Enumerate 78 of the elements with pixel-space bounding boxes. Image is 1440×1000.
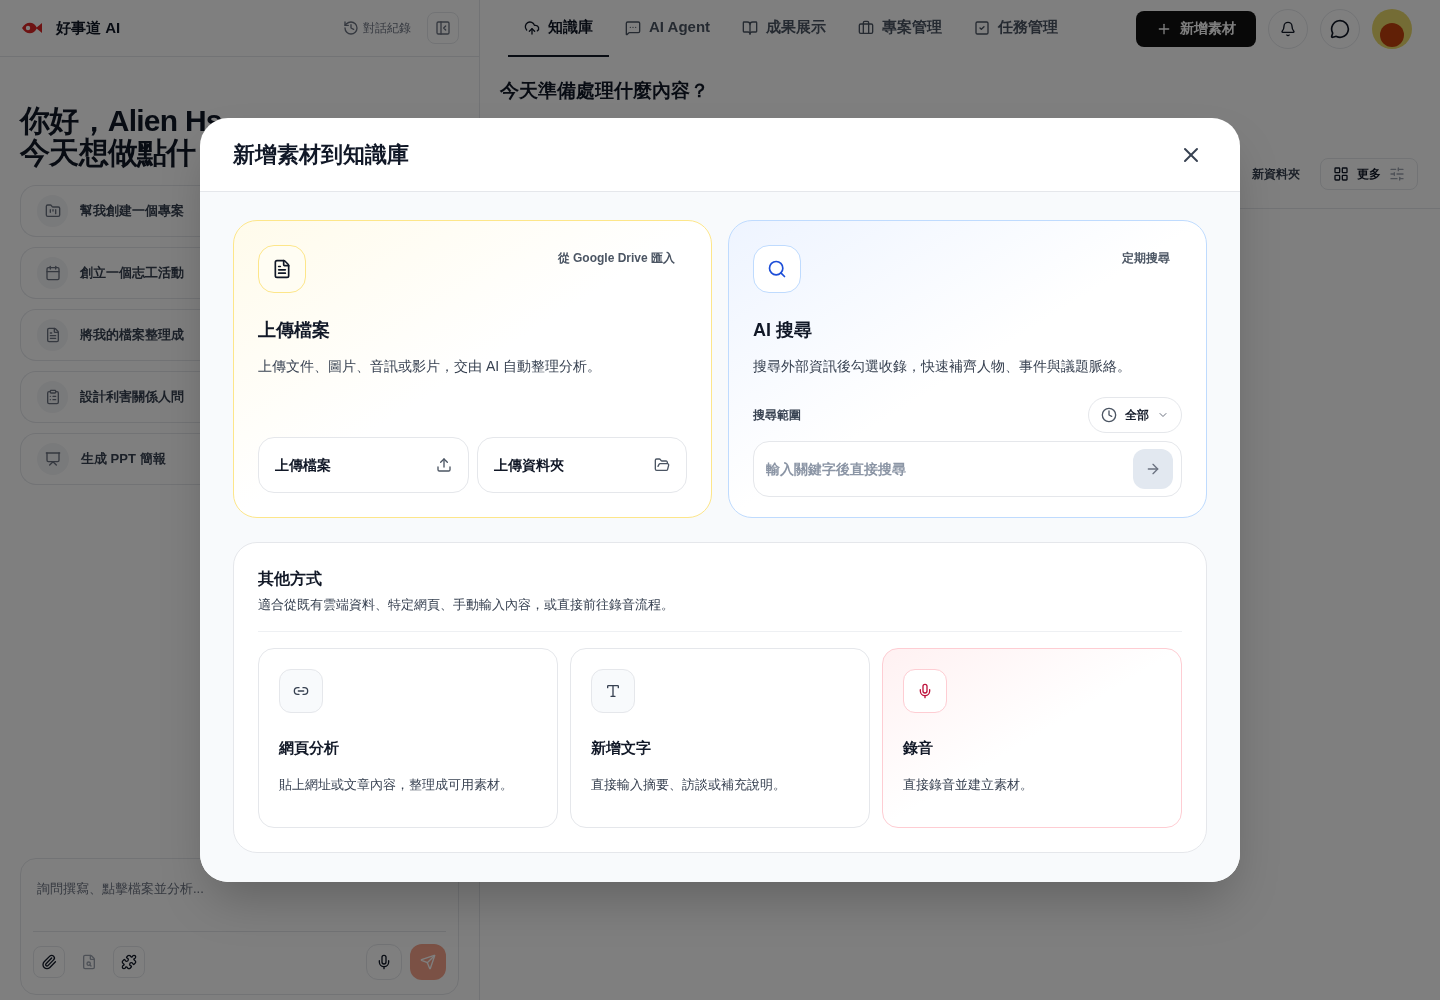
card-description: 上傳文件、圖片、音訊或影片，交由 AI 自動整理分析。 xyxy=(258,357,602,376)
avatar[interactable] xyxy=(1372,8,1412,49)
scheduled-search-link[interactable]: 定期搜尋 xyxy=(1122,249,1170,267)
card-title: 上傳檔案 xyxy=(258,319,331,342)
card-description: 搜尋外部資訊後勾選收錄，快速補齊人物、事件與議題脈絡。 xyxy=(753,357,1132,376)
panel-icon xyxy=(435,20,451,36)
paperclip-icon xyxy=(41,953,57,970)
document-icon xyxy=(44,327,61,343)
chat-input[interactable]: 詢問撰寫、點擊檔案並分析... xyxy=(33,879,446,932)
search-icon xyxy=(767,259,787,279)
scope-dropdown[interactable]: 全部 xyxy=(1088,397,1182,433)
option-title: 新增文字 xyxy=(591,737,651,758)
nav-tab[interactable]: 任務管理 xyxy=(958,0,1075,57)
book-icon xyxy=(742,19,759,36)
microphone-icon xyxy=(376,953,392,970)
upload-option-button[interactable]: 上傳資料夾 xyxy=(476,437,687,493)
option-description: 貼上網址或文章內容，整理成可用素材。 xyxy=(279,776,513,794)
folder-icon xyxy=(654,457,670,473)
history-button[interactable]: 對話紀錄 xyxy=(343,19,411,37)
method-option-card[interactable]: 網頁分析 貼上網址或文章內容，整理成可用素材。 xyxy=(258,647,558,828)
voice-button[interactable] xyxy=(366,943,402,980)
suggestion-item[interactable]: 設計利害關係人問 xyxy=(20,371,200,423)
calendar-icon xyxy=(44,265,61,281)
option-title: 錄音 xyxy=(903,737,933,758)
bell-icon xyxy=(1280,20,1296,37)
more-button[interactable]: 更多 xyxy=(1320,157,1418,190)
send-icon xyxy=(420,953,436,970)
google-drive-import-link[interactable]: 從 Google Drive 匯入 xyxy=(557,249,675,267)
page-heading: 今天準備處理什麼內容？ xyxy=(500,79,710,103)
method-option-card[interactable]: 新增文字 直接輸入摘要、訪談或補充說明。 xyxy=(570,647,870,828)
app-name: 好事道 AI xyxy=(56,17,121,38)
suggestion-item[interactable]: 生成 PPT 簡報 xyxy=(20,433,200,485)
cloud-upload-icon xyxy=(524,19,540,36)
card-title: AI 搜尋 xyxy=(753,319,813,342)
attach-button[interactable] xyxy=(33,945,65,978)
document-icon xyxy=(272,259,292,279)
text-icon xyxy=(605,682,621,699)
nav-tab[interactable]: 成果展示 xyxy=(726,0,843,57)
upload-option-button[interactable]: 上傳檔案 xyxy=(258,437,469,493)
chat-icon xyxy=(1330,18,1350,39)
suggestion-item[interactable]: 創立一個志工活動 xyxy=(20,247,200,299)
clock-icon xyxy=(1101,407,1117,423)
search-input[interactable]: 輸入關鍵字後直接搜尋 xyxy=(766,458,1133,480)
section-description: 適合從既有雲端資料、特定網頁、手動輸入內容，或直接前往錄音流程。 xyxy=(258,596,675,614)
add-material-button[interactable]: 新增素材 xyxy=(1136,10,1256,47)
history-icon xyxy=(343,20,359,36)
grid-icon xyxy=(1333,165,1349,182)
option-description: 直接錄音並建立素材。 xyxy=(903,776,1033,794)
greeting-text: 今天想做點什 xyxy=(20,137,196,169)
nav-tab[interactable]: 知識庫 xyxy=(508,0,609,57)
presentation-icon xyxy=(45,451,61,467)
clipboard-icon xyxy=(44,389,61,405)
search-scope-label: 搜尋範圍 xyxy=(753,407,801,424)
option-title: 網頁分析 xyxy=(279,737,339,758)
collapse-sidebar-button[interactable] xyxy=(427,12,459,44)
folder-icon xyxy=(44,203,61,219)
briefcase-icon xyxy=(858,19,875,36)
checkbox-icon xyxy=(974,19,991,36)
dialog-title: 新增素材到知識庫 xyxy=(233,141,409,169)
sliders-icon xyxy=(1389,165,1405,182)
upload-icon xyxy=(435,457,452,473)
nav-tab[interactable]: 專案管理 xyxy=(842,0,959,57)
search-field[interactable]: 輸入關鍵字後直接搜尋 xyxy=(753,441,1182,497)
method-option-card[interactable]: 錄音 直接錄音並建立素材。 xyxy=(882,647,1182,828)
fish-logo-icon xyxy=(20,20,44,36)
microphone-icon xyxy=(917,682,933,699)
section-title: 其他方式 xyxy=(258,569,323,589)
search-submit-button[interactable] xyxy=(1133,449,1173,489)
suggestion-item[interactable]: 幫我創建一個專案 xyxy=(20,185,200,237)
suggestion-item[interactable]: 將我的檔案整理成 xyxy=(20,309,200,361)
chat-bubble-icon xyxy=(625,19,641,36)
file-search-icon xyxy=(81,953,97,970)
option-description: 直接輸入摘要、訪談或補充說明。 xyxy=(591,776,786,794)
nav-tab[interactable]: AI Agent xyxy=(609,0,727,57)
puzzle-icon xyxy=(121,953,137,970)
arrow-right-icon xyxy=(1145,461,1161,477)
plugin-button[interactable] xyxy=(113,945,145,978)
new-folder-button[interactable]: 新資料夾 xyxy=(1252,164,1300,183)
